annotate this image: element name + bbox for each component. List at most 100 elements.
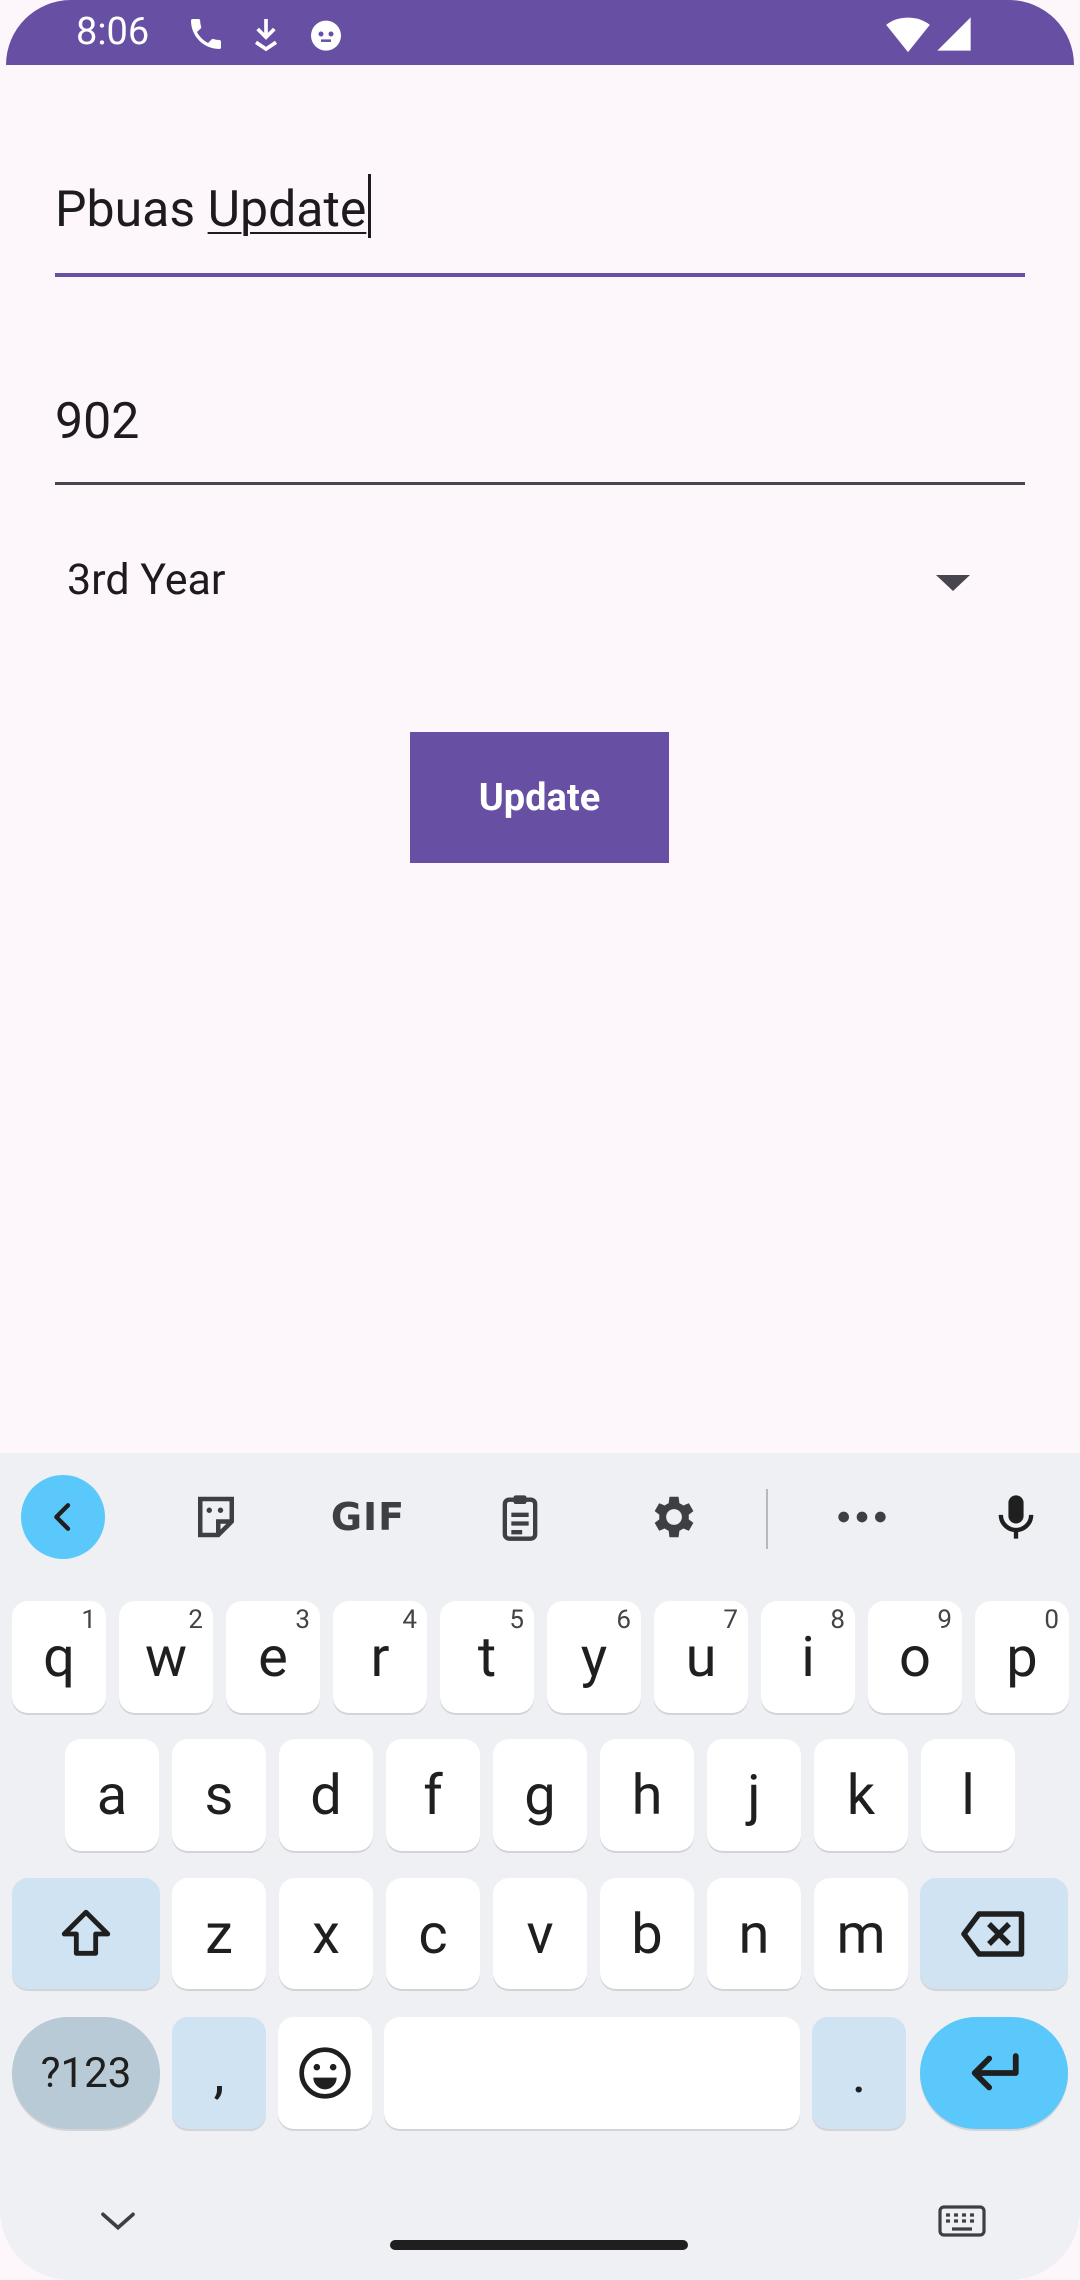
key-label: k bbox=[846, 1762, 876, 1828]
more-icon[interactable] bbox=[822, 1477, 902, 1557]
key-hint: 0 bbox=[1044, 1605, 1059, 1635]
wifi-icon bbox=[886, 14, 930, 54]
key-label: y bbox=[580, 1624, 608, 1690]
key-g[interactable]: g bbox=[493, 1739, 587, 1851]
home-indicator[interactable] bbox=[390, 2240, 688, 2250]
key-y[interactable]: y6 bbox=[547, 1601, 641, 1713]
key-hint: 2 bbox=[188, 1605, 203, 1635]
number-field-value[interactable]: 902 bbox=[55, 393, 139, 451]
key-h[interactable]: h bbox=[600, 1739, 694, 1851]
signal-icon bbox=[934, 14, 974, 54]
key-p[interactable]: p0 bbox=[975, 1601, 1069, 1713]
key-u[interactable]: u7 bbox=[654, 1601, 748, 1713]
keyboard-switch-icon[interactable] bbox=[922, 2193, 1002, 2249]
symbols-key[interactable]: ?123 bbox=[12, 2017, 160, 2129]
phone-icon bbox=[186, 14, 226, 54]
key-x[interactable]: x bbox=[279, 1878, 373, 1989]
hide-keyboard-icon[interactable] bbox=[78, 2193, 158, 2249]
key-l[interactable]: l bbox=[921, 1739, 1015, 1851]
text-cursor bbox=[368, 174, 372, 238]
key-label: p bbox=[1006, 1624, 1038, 1690]
settings-icon[interactable] bbox=[632, 1477, 712, 1557]
key-label: n bbox=[738, 1900, 770, 1967]
key-label: l bbox=[961, 1762, 975, 1828]
soft-keyboard: GIF ?123 , . q1 w 2 e 3 r 4 t 5 y 6 u 7 … bbox=[0, 1453, 1080, 2280]
key-label: j bbox=[747, 1762, 761, 1828]
number-field[interactable]: 902 bbox=[55, 355, 1025, 485]
name-word-second: Update bbox=[207, 181, 367, 239]
key-d[interactable]: d bbox=[279, 1739, 373, 1851]
key-w[interactable]: w2 bbox=[119, 1601, 213, 1713]
key-i[interactable]: i8 bbox=[761, 1601, 855, 1713]
key-hint: 8 bbox=[830, 1605, 845, 1635]
key-c[interactable]: c bbox=[386, 1878, 480, 1989]
key-r[interactable]: r4 bbox=[333, 1601, 427, 1713]
key-hint: 5 bbox=[509, 1605, 524, 1635]
name-field-underline bbox=[55, 273, 1025, 277]
key-hint: 4 bbox=[402, 1605, 417, 1635]
key-hint: 6 bbox=[616, 1605, 631, 1635]
key-b[interactable]: b bbox=[600, 1878, 694, 1989]
key-j[interactable]: j bbox=[707, 1739, 801, 1851]
key-label: v bbox=[526, 1900, 554, 1967]
update-button[interactable]: Update bbox=[410, 732, 669, 863]
key-label: i bbox=[801, 1624, 815, 1690]
toolbar-divider bbox=[766, 1489, 768, 1549]
status-time: 8:06 bbox=[76, 10, 150, 54]
key-label: b bbox=[631, 1900, 663, 1967]
keyboard-toolbar: GIF bbox=[0, 1453, 1080, 1583]
backspace-key[interactable] bbox=[920, 1878, 1068, 1989]
key-o[interactable]: o9 bbox=[868, 1601, 962, 1713]
key-label: r bbox=[370, 1624, 390, 1690]
key-hint: 9 bbox=[937, 1605, 952, 1635]
key-label: o bbox=[899, 1624, 931, 1690]
key-s[interactable]: s bbox=[172, 1739, 266, 1851]
key-k[interactable]: k bbox=[814, 1739, 908, 1851]
key-f[interactable]: f bbox=[386, 1739, 480, 1851]
key-label: z bbox=[205, 1900, 233, 1967]
emoji-key[interactable] bbox=[278, 2017, 372, 2129]
year-spinner[interactable]: 3rd Year bbox=[65, 543, 1005, 623]
space-key[interactable] bbox=[384, 2017, 800, 2129]
year-spinner-value: 3rd Year bbox=[67, 555, 226, 605]
key-q[interactable]: q1 bbox=[12, 1601, 106, 1713]
back-icon[interactable] bbox=[21, 1475, 105, 1559]
key-v[interactable]: v bbox=[493, 1878, 587, 1989]
sticker-icon[interactable] bbox=[176, 1477, 256, 1557]
shift-key[interactable] bbox=[12, 1878, 160, 1989]
name-word-first: Pbuas bbox=[55, 181, 196, 239]
key-label: c bbox=[418, 1900, 448, 1967]
status-bar: 8:06 bbox=[6, 0, 1074, 65]
mic-icon[interactable] bbox=[976, 1477, 1056, 1557]
key-label: u bbox=[685, 1624, 717, 1690]
period-key[interactable]: . bbox=[812, 2017, 906, 2129]
key-t[interactable]: t5 bbox=[440, 1601, 534, 1713]
edit-screen: Pbuas Update 902 3rd Year Update bbox=[0, 65, 1080, 1453]
download-icon bbox=[246, 14, 286, 54]
key-label: e bbox=[258, 1624, 288, 1690]
key-hint: 1 bbox=[81, 1605, 96, 1635]
number-field-underline bbox=[55, 482, 1025, 485]
cat-icon bbox=[306, 14, 346, 54]
dropdown-arrow-icon bbox=[936, 575, 970, 591]
key-hint: 7 bbox=[723, 1605, 738, 1635]
key-label: m bbox=[836, 1900, 886, 1967]
key-n[interactable]: n bbox=[707, 1878, 801, 1989]
name-field-value[interactable]: Pbuas Update bbox=[55, 174, 372, 239]
key-label: x bbox=[312, 1900, 340, 1967]
comma-key[interactable]: , bbox=[172, 2017, 266, 2129]
key-label: q bbox=[43, 1624, 75, 1690]
key-e[interactable]: e3 bbox=[226, 1601, 320, 1713]
clipboard-icon[interactable] bbox=[480, 1477, 560, 1557]
name-field[interactable]: Pbuas Update bbox=[55, 130, 1025, 280]
key-m[interactable]: m bbox=[814, 1878, 908, 1989]
key-label: t bbox=[477, 1624, 497, 1690]
key-a[interactable]: a bbox=[65, 1739, 159, 1851]
key-label: d bbox=[310, 1762, 342, 1828]
gif-icon[interactable]: GIF bbox=[328, 1477, 408, 1557]
keyboard-nav-bar bbox=[0, 2193, 1080, 2280]
key-z[interactable]: z bbox=[172, 1878, 266, 1989]
key-label: g bbox=[524, 1762, 556, 1828]
enter-key[interactable] bbox=[920, 2017, 1068, 2129]
key-label: f bbox=[423, 1762, 443, 1828]
